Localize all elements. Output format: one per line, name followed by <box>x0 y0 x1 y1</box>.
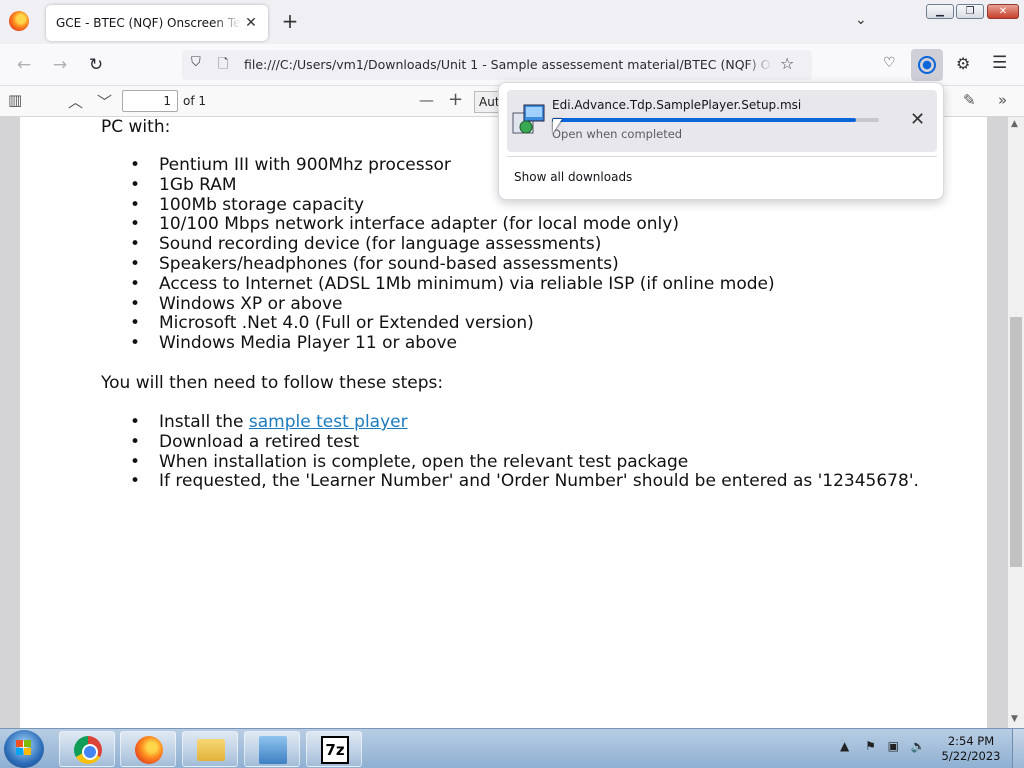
tab-title: GCE - BTEC (NQF) Onscreen Test Player <box>56 16 241 30</box>
mouse-cursor-icon <box>553 119 562 133</box>
downloads-button[interactable] <box>911 49 943 81</box>
cancel-download-icon[interactable]: ✕ <box>910 109 925 130</box>
taskbar-chrome[interactable] <box>59 731 115 767</box>
previous-page-icon[interactable]: ︿ <box>68 91 83 112</box>
scroll-down-icon[interactable]: ▼ <box>1011 714 1018 724</box>
shield-icon[interactable]: ⛉ <box>191 55 201 70</box>
network-icon[interactable]: ▣ <box>888 739 899 753</box>
step-prefix: Install the <box>159 412 249 432</box>
action-center-icon[interactable]: ⚑ <box>865 739 876 753</box>
zoom-in-icon[interactable]: + <box>448 89 463 110</box>
download-progress-icon <box>918 56 936 74</box>
system-tray: ▲ ⚑ ▣ 🔈 <box>840 739 926 753</box>
show-all-downloads-button[interactable]: Show all downloads <box>514 170 632 184</box>
sample-test-player-link[interactable]: sample test player <box>249 412 408 432</box>
clock[interactable]: 2:54 PM 5/22/2023 <box>936 734 1006 764</box>
taskbar-control-panel[interactable] <box>244 731 300 767</box>
reload-icon[interactable]: ↻ <box>85 54 107 76</box>
firefox-icon[interactable] <box>9 11 29 31</box>
tab-close-icon[interactable]: ✕ <box>242 14 260 32</box>
bookmark-star-icon[interactable]: ☆ <box>780 54 794 73</box>
new-tab-button[interactable]: + <box>280 11 300 31</box>
tab-active[interactable]: GCE - BTEC (NQF) Onscreen Test Player ✕ <box>46 5 268 41</box>
url-bar[interactable]: ⛉ 🗋 file:///C:/Users/vm1/Downloads/Unit … <box>182 50 812 80</box>
nav-bar: ← → ↻ ⛉ 🗋 file:///C:/Users/vm1/Downloads… <box>0 44 1024 86</box>
vertical-scrollbar[interactable]: ▲ ▼ <box>1008 117 1024 728</box>
back-icon[interactable]: ← <box>13 54 35 76</box>
download-item[interactable]: Edi.Advance.Tdp.SamplePlayer.Setup.msi O… <box>507 90 937 152</box>
control-panel-icon <box>259 736 287 764</box>
minimize-button[interactable]: ▁ <box>926 4 954 19</box>
intro-text: PC with: <box>101 117 171 137</box>
steps-list: Install the sample test player Download … <box>126 412 919 492</box>
tab-strip: GCE - BTEC (NQF) Onscreen Test Player ✕ … <box>0 0 1024 44</box>
scrollbar-thumb[interactable] <box>1010 317 1022 567</box>
list-item: Sound recording device (for language ass… <box>126 234 775 255</box>
url-text[interactable]: file:///C:/Users/vm1/Downloads/Unit 1 - … <box>244 57 772 72</box>
pocket-icon[interactable]: ♡ <box>883 55 896 71</box>
downloads-panel: Edi.Advance.Tdp.SamplePlayer.Setup.msi O… <box>498 82 944 200</box>
page-number-input[interactable]: 1 <box>122 90 178 112</box>
start-button[interactable] <box>4 730 44 768</box>
list-item: Windows XP or above <box>126 294 775 315</box>
show-hidden-icons-icon[interactable]: ▲ <box>840 739 849 753</box>
list-item: When installation is complete, open the … <box>126 452 919 473</box>
scroll-up-icon[interactable]: ▲ <box>1011 119 1018 129</box>
list-item: If requested, the 'Learner Number' and '… <box>126 472 919 492</box>
tools-expand-icon[interactable]: » <box>998 91 1007 109</box>
taskbar-7zip[interactable]: 7z <box>306 731 362 767</box>
folder-icon <box>197 739 225 761</box>
chrome-icon <box>74 736 102 764</box>
clock-date: 5/22/2023 <box>941 749 1001 763</box>
page-count: of 1 <box>183 94 207 108</box>
forward-icon[interactable]: → <box>49 54 71 76</box>
taskbar-explorer[interactable] <box>182 731 238 767</box>
7zip-icon: 7z <box>321 736 349 764</box>
download-file-name: Edi.Advance.Tdp.SamplePlayer.Setup.msi <box>552 98 802 112</box>
windows-logo-icon <box>16 740 31 755</box>
next-page-icon[interactable]: ﹀ <box>97 91 112 112</box>
download-progress-fill <box>552 118 857 122</box>
steps-intro: You will then need to follow these steps… <box>101 373 444 393</box>
list-item: Install the sample test player <box>126 412 919 433</box>
list-item: Access to Internet (ADSL 1Mb minimum) vi… <box>126 274 775 295</box>
list-item: Speakers/headphones (for sound-based ass… <box>126 254 775 275</box>
list-all-tabs-icon[interactable]: ⌄ <box>855 12 867 28</box>
taskbar: 7z ▲ ⚑ ▣ 🔈 2:54 PM 5/22/2023 <box>0 728 1024 768</box>
sidebar-toggle-icon[interactable]: ▥ <box>8 91 22 109</box>
download-progress-bar <box>552 118 879 122</box>
page-icon[interactable]: 🗋 <box>218 55 228 77</box>
list-item: Download a retired test <box>126 432 919 453</box>
taskbar-firefox[interactable] <box>120 731 176 767</box>
draw-icon[interactable]: ✎ <box>963 91 976 109</box>
volume-icon[interactable]: 🔈 <box>911 739 926 753</box>
clock-time: 2:54 PM <box>947 734 995 748</box>
close-window-button[interactable]: ✕ <box>987 4 1019 19</box>
show-desktop-button[interactable] <box>1012 729 1024 768</box>
download-status: Open when completed <box>552 127 683 141</box>
extensions-icon[interactable]: ⚙ <box>956 54 970 73</box>
firefox-icon <box>135 736 163 764</box>
divider <box>507 156 937 157</box>
list-item: Microsoft .Net 4.0 (Full or Extended ver… <box>126 314 775 334</box>
list-item: 10/100 Mbps network interface adapter (f… <box>126 215 775 235</box>
list-item: Windows Media Player 11 or above <box>126 333 775 354</box>
installer-file-icon <box>512 104 545 134</box>
maximize-button[interactable]: ❐ <box>956 4 984 19</box>
screen: GCE - BTEC (NQF) Onscreen Test Player ✕ … <box>0 0 1024 768</box>
menu-icon[interactable]: ☰ <box>992 53 1007 73</box>
zoom-out-icon[interactable]: — <box>419 91 434 109</box>
